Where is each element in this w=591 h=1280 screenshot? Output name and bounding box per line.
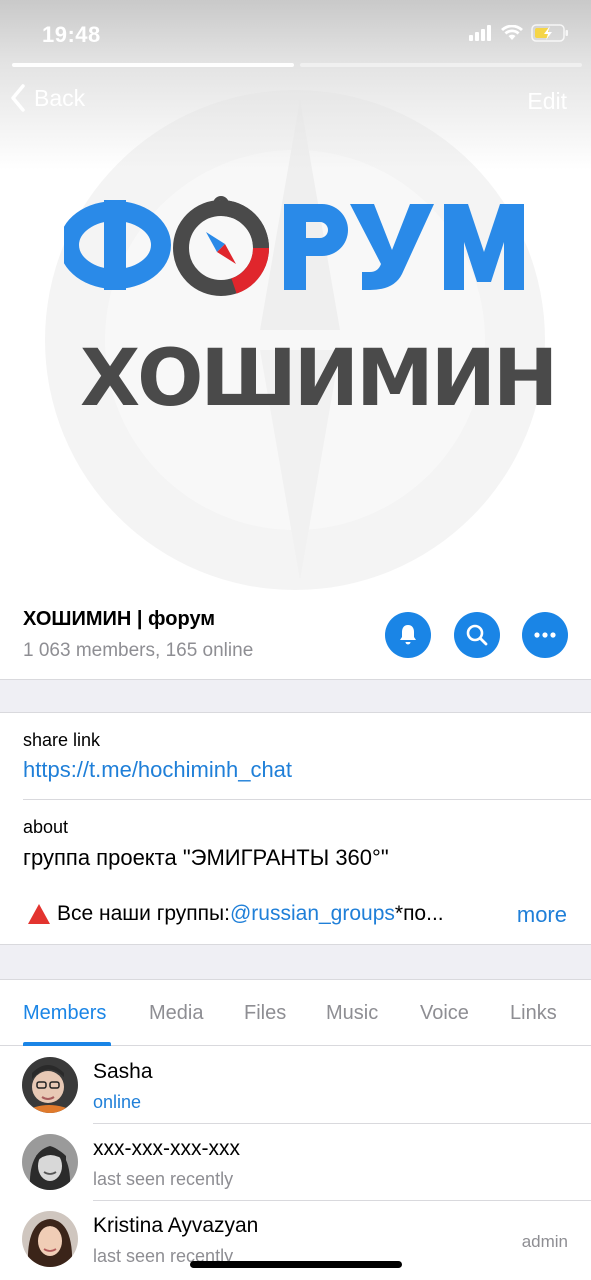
shared-media-tabs: Members Media Files Music Voice Links (0, 980, 591, 1046)
logo-city: ХОШИМИН (80, 334, 558, 424)
tab-files[interactable]: Files (244, 1002, 286, 1025)
group-title: ХОШИМИН | форум (23, 608, 216, 630)
photo-progress-bars (12, 63, 582, 67)
status-icons (469, 24, 569, 42)
status-bar: 19:48 (0, 0, 591, 66)
group-photo[interactable]: 19:48 Back Edit ХОШИМИН (0, 0, 591, 590)
row-divider (23, 799, 591, 800)
share-link[interactable]: https://t.me/hochiminh_chat (23, 757, 292, 783)
promo-suffix: *по... (394, 902, 444, 925)
about-text: группа проекта "ЭМИГРАНТЫ 360°" (23, 845, 389, 870)
member-name: Kristina Ayvazyan (93, 1214, 259, 1237)
member-role-badge: admin (521, 1232, 568, 1251)
back-button[interactable]: Back (10, 84, 85, 112)
tab-voice[interactable]: Voice (420, 1002, 469, 1025)
edit-button[interactable]: Edit (527, 88, 567, 115)
tab-music[interactable]: Music (326, 1002, 378, 1025)
battery-icon (531, 24, 568, 42)
member-row[interactable]: xxx-xxx-xxx-xxx last seen recently (0, 1124, 591, 1201)
more-button[interactable] (522, 612, 568, 658)
avatar (22, 1057, 78, 1113)
member-row[interactable]: Sasha online (0, 1047, 591, 1124)
avatar (22, 1211, 78, 1267)
member-status: online (93, 1092, 142, 1112)
promo-mention-link[interactable]: @russian_groups (230, 902, 395, 926)
avatar (22, 1134, 78, 1190)
compass-icon (173, 196, 270, 296)
search-button[interactable] (454, 612, 500, 658)
bell-icon (400, 625, 416, 645)
tab-links[interactable]: Links (510, 1002, 557, 1025)
more-link[interactable]: more (517, 902, 567, 928)
search-icon (466, 624, 488, 646)
tab-media[interactable]: Media (149, 1002, 203, 1025)
warning-triangle-icon (28, 904, 50, 924)
promo-prefix: Все наши группы: (57, 902, 230, 925)
chevron-left-icon (11, 84, 25, 112)
tab-members[interactable]: Members (23, 1002, 106, 1025)
group-header: ХОШИМИН | форум 1 063 members, 165 onlin… (0, 590, 591, 680)
member-status: last seen recently (93, 1169, 234, 1189)
back-label: Back (34, 84, 86, 111)
share-link-label: share link (23, 730, 101, 750)
signal-icon (469, 25, 491, 41)
about-label: about (23, 817, 69, 837)
navigation-bar: Back Edit (0, 78, 591, 122)
about-promo-line: Все наши группы: @russian_groups *по... (27, 902, 444, 926)
wifi-icon (501, 25, 523, 40)
more-icon (534, 632, 556, 638)
mute-button[interactable] (385, 612, 431, 658)
logo-forum (64, 196, 524, 296)
section-separator (0, 944, 591, 980)
active-tab-indicator (23, 1042, 111, 1046)
section-separator (0, 679, 591, 713)
clock: 19:48 (42, 22, 101, 47)
photo-progress-segment (300, 63, 582, 67)
member-name: xxx-xxx-xxx-xxx (93, 1137, 240, 1160)
member-name: Sasha (93, 1060, 153, 1083)
group-member-count: 1 063 members, 165 online (23, 640, 254, 661)
photo-progress-segment (12, 63, 294, 67)
home-indicator (190, 1261, 402, 1268)
